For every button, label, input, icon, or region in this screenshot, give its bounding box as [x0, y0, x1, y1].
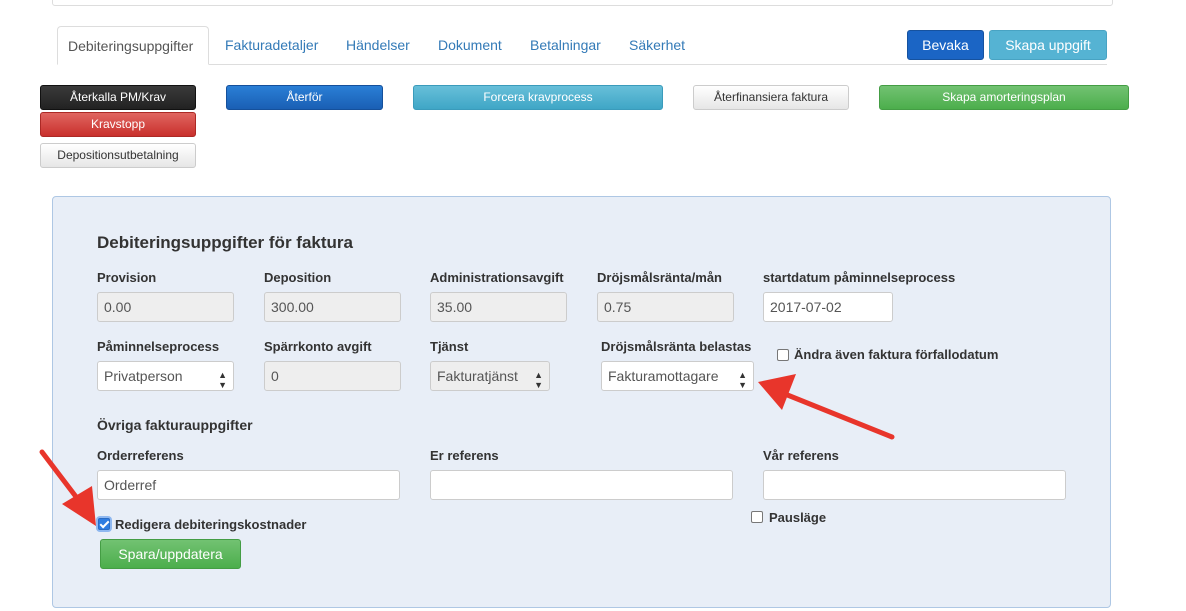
deposition-label: Deposition [264, 270, 332, 285]
admin-fee-label: Administrationsavgift [430, 270, 564, 285]
panel-title: Debiteringsuppgifter för faktura [97, 233, 353, 252]
service-select[interactable]: Fakturatjänst ▲ ▼ [430, 361, 550, 391]
service-value: Fakturatjänst [437, 368, 518, 384]
their-ref-input[interactable] [430, 470, 733, 500]
create-task-button[interactable]: Skapa uppgift [989, 30, 1107, 60]
change-due-date-checkbox[interactable] [777, 349, 789, 361]
our-ref-label: Vår referens [763, 448, 839, 463]
their-ref-label: Er referens [430, 448, 499, 463]
create-amortization-plan-button[interactable]: Skapa amorteringsplan [879, 85, 1129, 110]
select-arrows-icon: ▲ ▼ [534, 370, 543, 390]
reminder-process-select[interactable]: Privatperson ▲ ▼ [97, 361, 234, 391]
billing-details-panel: Debiteringsuppgifter för faktura Provisi… [52, 196, 1111, 608]
interest-charged-select[interactable]: Fakturamottagare ▲ ▼ [601, 361, 754, 391]
tab-debiteringsuppgifter[interactable]: Debiteringsuppgifter [57, 26, 209, 65]
watch-button[interactable]: Bevaka [907, 30, 984, 60]
reverse-button[interactable]: Återför [226, 85, 383, 110]
late-interest-label: Dröjsmålsränta/mån [597, 270, 722, 285]
our-ref-input[interactable] [763, 470, 1066, 500]
service-label: Tjänst [430, 339, 469, 354]
select-arrows-icon: ▲ ▼ [738, 370, 747, 390]
tab-fakturadetaljer[interactable]: Fakturadetaljer [215, 26, 328, 64]
provision-field: 0.00 [97, 292, 234, 322]
tab-handelser[interactable]: Händelser [336, 26, 420, 64]
edit-costs-label: Redigera debiteringskostnader [115, 517, 307, 532]
order-ref-label: Orderreferens [97, 448, 184, 463]
reminder-process-value: Privatperson [104, 368, 183, 384]
pause-label: Pausläge [769, 510, 827, 525]
tab-dokument[interactable]: Dokument [428, 26, 512, 64]
late-interest-field: 0.75 [597, 292, 734, 322]
pause-checkbox[interactable] [751, 511, 763, 523]
order-ref-input[interactable]: Orderref [97, 470, 400, 500]
reminder-process-label: Påminnelseprocess [97, 339, 220, 354]
provision-label: Provision [97, 270, 157, 285]
deposition-field: 300.00 [264, 292, 401, 322]
collection-stop-button[interactable]: Kravstopp [40, 112, 196, 137]
reminder-start-label: startdatum påminnelseprocess [763, 270, 956, 285]
interest-charged-label: Dröjsmålsränta belastas [601, 339, 752, 354]
refinance-invoice-button[interactable]: Återfinansiera faktura [693, 85, 849, 110]
force-collection-button[interactable]: Forcera kravprocess [413, 85, 663, 110]
escrow-fee-field: 0 [264, 361, 401, 391]
save-update-button[interactable]: Spara/uppdatera [100, 539, 241, 569]
top-container-edge [52, 0, 1113, 6]
reminder-start-date-input[interactable]: 2017-07-02 [763, 292, 893, 322]
tab-betalningar[interactable]: Betalningar [520, 26, 611, 64]
select-arrows-icon: ▲ ▼ [218, 370, 227, 390]
recall-reminder-button[interactable]: Återkalla PM/Krav [40, 85, 196, 110]
change-due-date-label: Ändra även faktura förfallodatum [794, 347, 999, 362]
annotation-arrow-icon [39, 449, 96, 526]
escrow-fee-label: Spärrkonto avgift [264, 339, 372, 354]
annotation-arrow-icon [758, 374, 895, 440]
interest-charged-value: Fakturamottagare [608, 368, 719, 384]
admin-fee-field: 35.00 [430, 292, 567, 322]
other-details-title: Övriga fakturauppgifter [97, 417, 253, 433]
tab-sakerhet[interactable]: Säkerhet [619, 26, 695, 64]
deposit-payout-button[interactable]: Depositionsutbetalning [40, 143, 196, 168]
